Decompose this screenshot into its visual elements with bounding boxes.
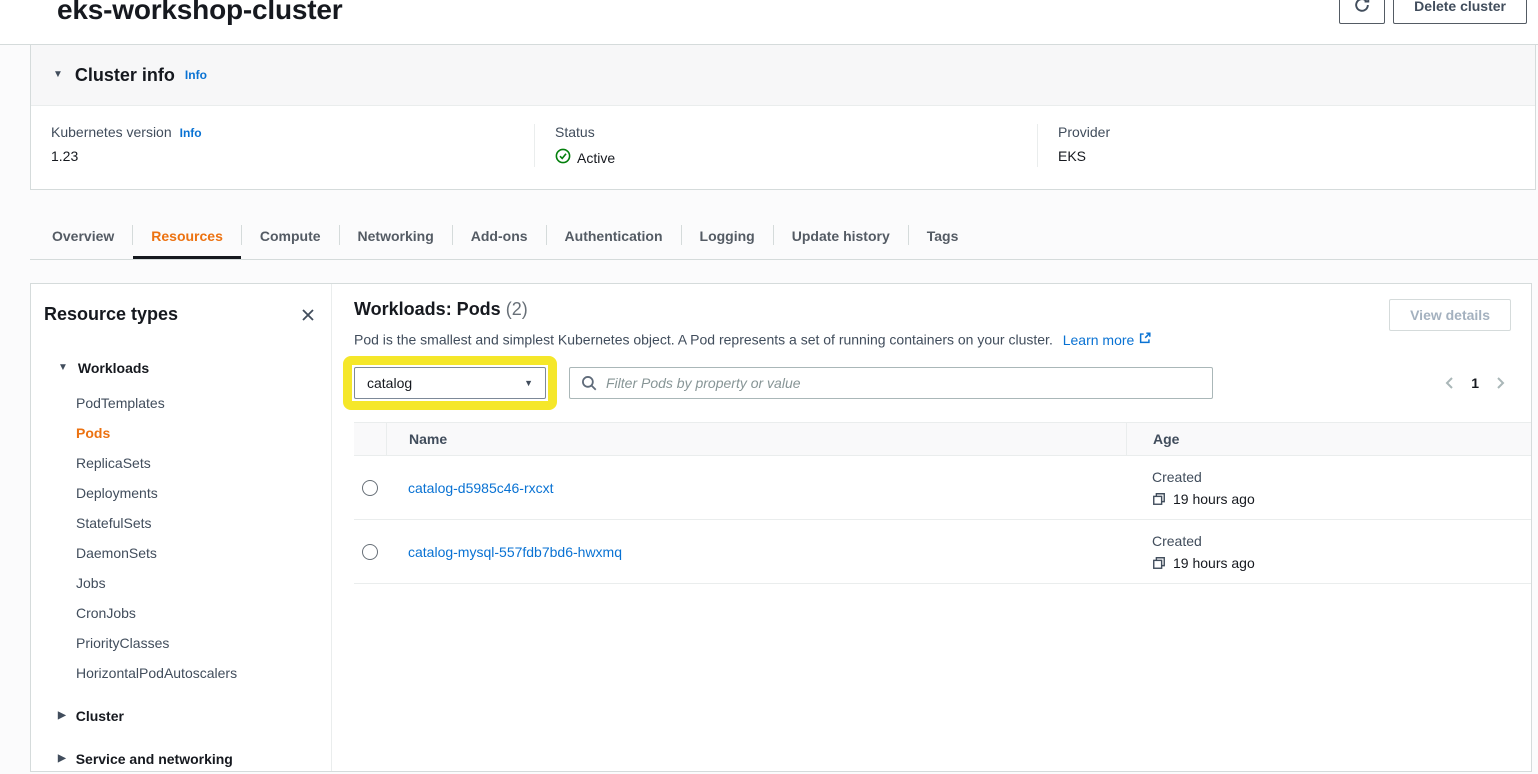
- cluster-info-title: Cluster info: [75, 65, 175, 86]
- sidebar-item-jobs[interactable]: Jobs: [44, 568, 317, 598]
- copy-icon[interactable]: [1152, 556, 1166, 570]
- tab-tags[interactable]: Tags: [909, 215, 977, 259]
- provider-value: EKS: [1058, 148, 1535, 164]
- sidebar-item-horizontalpodautoscalers[interactable]: HorizontalPodAutoscalers: [44, 658, 317, 688]
- sidebar-group-label: Service and networking: [76, 751, 233, 767]
- status-check-icon: [555, 148, 571, 167]
- caret-right-icon: ▶: [58, 754, 66, 764]
- age-value: 19 hours ago: [1173, 555, 1255, 571]
- sidebar-item-daemonsets[interactable]: DaemonSets: [44, 538, 317, 568]
- view-details-button[interactable]: View details: [1389, 299, 1511, 331]
- age-column-header[interactable]: Age: [1126, 423, 1531, 455]
- refresh-icon: [1353, 0, 1371, 17]
- table-row: catalog-d5985c46-rxcxt Created 19 hours …: [354, 456, 1531, 520]
- tab-add-ons[interactable]: Add-ons: [453, 215, 546, 259]
- header-actions: Delete cluster: [1339, 0, 1527, 24]
- previous-page-icon[interactable]: [1443, 376, 1455, 390]
- provider-field: Provider EKS: [1037, 124, 1535, 167]
- tab-update-history[interactable]: Update history: [774, 215, 908, 259]
- pods-table: Name Age catalog-d5985c46-rxcxt Created: [354, 422, 1531, 584]
- kubernetes-version-value: 1.23: [51, 148, 534, 164]
- tab-authentication[interactable]: Authentication: [547, 215, 681, 259]
- sidebar-item-priorityclasses[interactable]: PriorityClasses: [44, 628, 317, 658]
- sidebar-item-pods[interactable]: Pods: [44, 418, 317, 448]
- sidebar-item-cronjobs[interactable]: CronJobs: [44, 598, 317, 628]
- tab-overview[interactable]: Overview: [34, 215, 132, 259]
- tab-compute[interactable]: Compute: [242, 215, 339, 259]
- age-created-label: Created: [1152, 469, 1531, 485]
- tab-networking[interactable]: Networking: [340, 215, 452, 259]
- current-page-number[interactable]: 1: [1471, 375, 1479, 391]
- namespace-filter-dropdown[interactable]: catalog ▼: [354, 367, 546, 399]
- resource-types-sidebar: Resource types ▼ Workloads PodTemplates …: [31, 284, 332, 771]
- search-icon: [580, 374, 598, 397]
- copy-icon[interactable]: [1152, 492, 1166, 506]
- status-badge: Active: [555, 148, 1037, 167]
- cluster-info-header[interactable]: ▼ Cluster info Info: [31, 45, 1535, 106]
- pods-count: (2): [506, 299, 528, 319]
- pagination: 1: [1443, 375, 1511, 391]
- learn-more-link[interactable]: Learn more: [1063, 331, 1153, 348]
- highlight-annotation: catalog ▼: [343, 356, 557, 410]
- sidebar-item-statefulsets[interactable]: StatefulSets: [44, 508, 317, 538]
- filter-row: catalog ▼ 1: [354, 356, 1511, 410]
- sidebar-group-label: Workloads: [78, 360, 149, 376]
- table-row: catalog-mysql-557fdb7bd6-hwxmq Created 1…: [354, 520, 1531, 584]
- cluster-info-body: Kubernetes version Info 1.23 Status Acti…: [31, 106, 1535, 189]
- pods-description: Pod is the smallest and simplest Kuberne…: [354, 331, 1152, 348]
- age-created-label: Created: [1152, 533, 1531, 549]
- cluster-info-card: ▼ Cluster info Info Kubernetes version I…: [30, 45, 1536, 190]
- delete-cluster-button[interactable]: Delete cluster: [1393, 0, 1527, 24]
- status-label: Status: [555, 124, 595, 140]
- provider-label: Provider: [1058, 124, 1110, 140]
- sidebar-group-service-and-networking[interactable]: ▶ Service and networking: [44, 744, 317, 772]
- close-icon[interactable]: [299, 306, 317, 324]
- sidebar-item-deployments[interactable]: Deployments: [44, 478, 317, 508]
- pod-name-link[interactable]: catalog-d5985c46-rxcxt: [408, 480, 554, 496]
- eks-cluster-page: eks-workshop-cluster Delete cluster ▼ Cl…: [0, 0, 1538, 774]
- filter-input[interactable]: [569, 367, 1213, 399]
- status-value: Active: [577, 150, 615, 166]
- external-link-icon: [1138, 331, 1152, 348]
- pods-content: Workloads: Pods (2) Pod is the smallest …: [332, 284, 1531, 771]
- caret-right-icon: ▶: [58, 711, 66, 721]
- sidebar-group-cluster[interactable]: ▶ Cluster: [44, 701, 317, 731]
- resources-panel-card: Resource types ▼ Workloads PodTemplates …: [30, 283, 1532, 772]
- cluster-tabs: Overview Resources Compute Networking Ad…: [30, 215, 1538, 260]
- refresh-button[interactable]: [1339, 0, 1385, 24]
- sidebar-group-label: Cluster: [76, 708, 124, 724]
- next-page-icon[interactable]: [1495, 376, 1507, 390]
- tab-resources[interactable]: Resources: [133, 215, 241, 259]
- kubernetes-version-info-link[interactable]: Info: [180, 126, 202, 140]
- status-field: Status Active: [534, 124, 1037, 167]
- caret-down-icon: ▼: [58, 363, 68, 373]
- age-value: 19 hours ago: [1173, 491, 1255, 507]
- workloads-items: PodTemplates Pods ReplicaSets Deployment…: [44, 388, 317, 688]
- table-header-row: Name Age: [354, 422, 1531, 456]
- pods-section-title: Workloads: Pods (2): [354, 299, 1152, 320]
- sidebar-item-podtemplates[interactable]: PodTemplates: [44, 388, 317, 418]
- tab-logging[interactable]: Logging: [682, 215, 773, 259]
- dropdown-value: catalog: [367, 375, 412, 391]
- kubernetes-version-field: Kubernetes version Info 1.23: [31, 124, 534, 167]
- resource-types-title: Resource types: [44, 304, 178, 325]
- cluster-info-info-link[interactable]: Info: [185, 68, 207, 82]
- row-radio-button[interactable]: [362, 544, 378, 560]
- collapse-caret-icon[interactable]: ▼: [53, 70, 63, 80]
- row-radio-button[interactable]: [362, 480, 378, 496]
- page-title: eks-workshop-cluster: [57, 0, 342, 26]
- sidebar-item-replicasets[interactable]: ReplicaSets: [44, 448, 317, 478]
- sidebar-group-workloads[interactable]: ▼ Workloads: [44, 353, 317, 383]
- pod-name-link[interactable]: catalog-mysql-557fdb7bd6-hwxmq: [408, 544, 622, 560]
- chevron-down-icon: ▼: [524, 378, 533, 388]
- name-column-header[interactable]: Name: [386, 423, 1126, 455]
- page-header: eks-workshop-cluster Delete cluster: [0, 0, 1538, 45]
- kubernetes-version-label: Kubernetes version: [51, 124, 172, 140]
